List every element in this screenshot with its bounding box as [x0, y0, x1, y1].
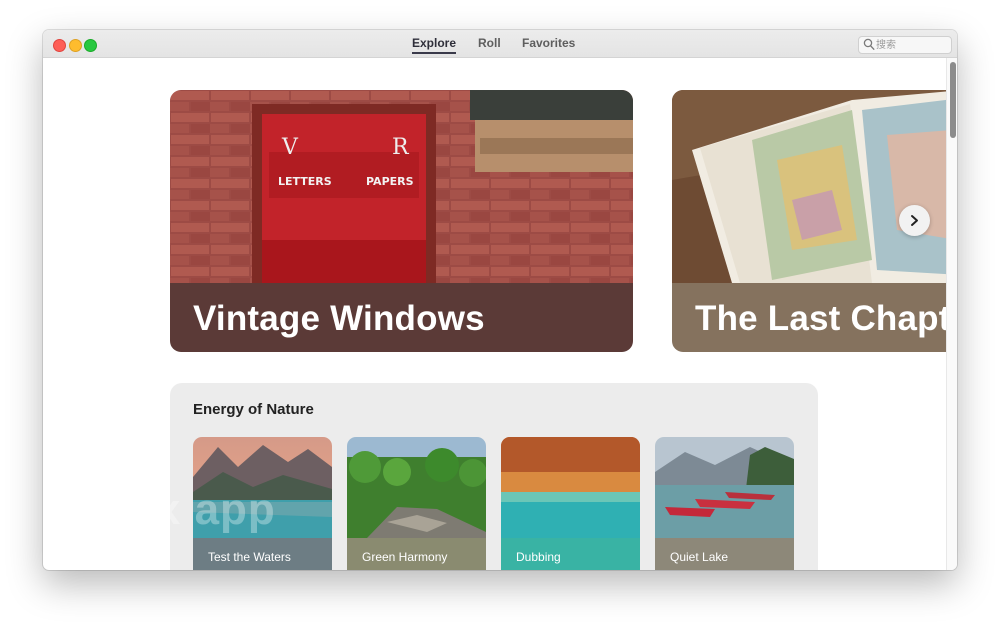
collection-energy-of-nature: Energy of Nature Test the Waters Green H… — [170, 383, 818, 570]
feature-title-bar: The Last Chapter — [672, 283, 957, 352]
watermark: ox app — [128, 485, 276, 534]
title-bar: Explore Roll Favorites — [43, 30, 957, 58]
feature-title-bar: Vintage Windows — [170, 283, 633, 352]
album-card-green-harmony[interactable]: Green Harmony — [347, 437, 486, 570]
card-label-bar: Green Harmony — [347, 538, 486, 570]
svg-text:V: V — [281, 135, 299, 160]
album-card-dubbing[interactable]: Dubbing — [501, 437, 640, 570]
feature-image-atlas — [672, 90, 957, 283]
search-input[interactable] — [876, 37, 948, 53]
search-field[interactable] — [858, 36, 952, 54]
album-card-quiet-lake[interactable]: Quiet Lake — [655, 437, 794, 570]
card-label-bar: Dubbing — [501, 538, 640, 570]
feature-image-letterbox: V R LETTERS PAPERS — [170, 90, 633, 283]
carousel-next-button[interactable] — [899, 205, 930, 236]
tab-explore[interactable]: Explore — [412, 36, 457, 54]
card-label: Green Harmony — [362, 550, 448, 564]
vertical-scrollbar[interactable] — [946, 58, 957, 570]
svg-text:R: R — [392, 135, 410, 160]
card-image-autumn-lake — [501, 437, 640, 538]
top-tabs: Explore Roll Favorites — [43, 30, 957, 57]
tab-roll[interactable]: Roll — [478, 36, 501, 50]
feature-title: The Last Chapter — [695, 299, 957, 338]
card-label-bar: Test the Waters — [193, 538, 332, 570]
svg-text:PAPERS: PAPERS — [366, 175, 414, 188]
chevron-right-icon — [911, 215, 918, 226]
feature-title: Vintage Windows — [193, 299, 485, 338]
scroll-thumb[interactable] — [950, 62, 956, 138]
svg-text:LETTERS: LETTERS — [278, 175, 332, 188]
search-icon — [863, 38, 875, 50]
card-label: Dubbing — [516, 550, 561, 564]
collection-title: Energy of Nature — [193, 401, 314, 418]
card-label-bar: Quiet Lake — [655, 538, 794, 570]
tab-favorites[interactable]: Favorites — [522, 36, 575, 50]
featured-album-vintage-windows[interactable]: V R LETTERS PAPERS Vintage Windows — [170, 90, 633, 352]
card-image-forest-river — [347, 437, 486, 538]
card-label: Test the Waters — [208, 550, 291, 564]
card-label: Quiet Lake — [670, 550, 729, 564]
card-image-canoes-lake — [655, 437, 794, 538]
